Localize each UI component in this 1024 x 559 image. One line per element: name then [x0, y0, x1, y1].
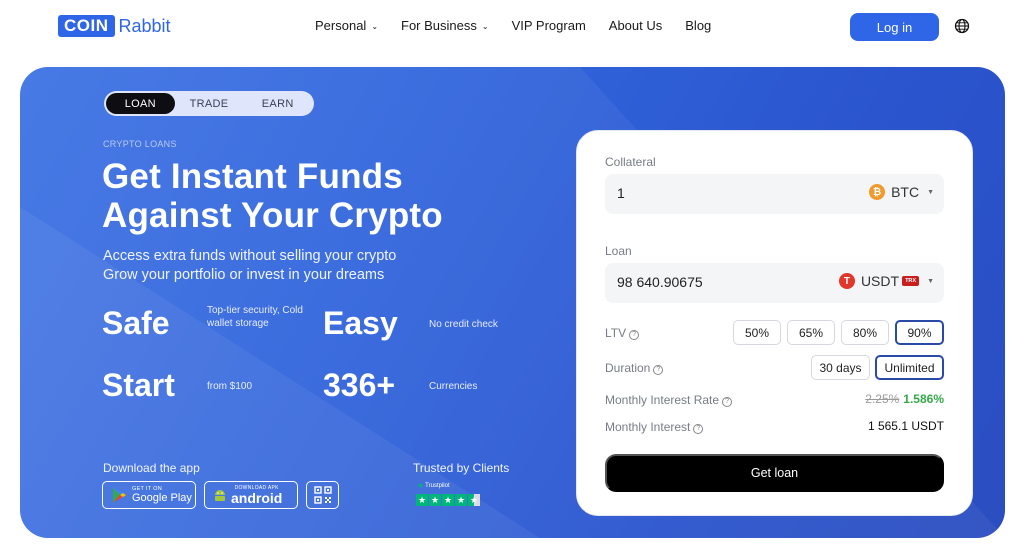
- trustpilot-name: Trustpilot: [425, 482, 450, 489]
- ltv-label: LTV: [605, 326, 627, 340]
- ltv-option-50[interactable]: 50%: [733, 320, 781, 345]
- logo-word: Rabbit: [118, 16, 171, 36]
- collateral-field[interactable]: 1 ₿ BTC ▼: [605, 174, 944, 214]
- star-icon: ★: [455, 494, 467, 506]
- loan-amount[interactable]: 98 640.90675: [617, 274, 703, 290]
- new-rate: 1.586%: [903, 392, 944, 406]
- tab-earn[interactable]: EARN: [243, 93, 312, 114]
- google-play-icon: [113, 487, 126, 503]
- ltv-option-90[interactable]: 90%: [895, 320, 944, 345]
- loan-field[interactable]: 98 640.90675 T USDT TRX ▼: [605, 263, 944, 303]
- star-icon: ★: [429, 494, 441, 506]
- help-icon[interactable]: ?: [629, 329, 640, 340]
- nav-blog-label: Blog: [685, 18, 712, 33]
- ltv-label-row: LTV?: [605, 326, 640, 340]
- old-rate: 2.25%: [865, 392, 900, 406]
- get-loan-button[interactable]: Get loan: [605, 454, 944, 492]
- download-app-label: Download the app: [103, 461, 200, 475]
- hero-eyebrow: CRYPTO LOANS: [103, 139, 177, 149]
- stat-start-desc: from $100: [207, 381, 253, 392]
- chevron-down-icon: ⌄: [371, 22, 379, 31]
- stat-start: Start: [102, 367, 175, 403]
- chevron-down-icon: ▼: [927, 277, 934, 285]
- duration-label: Duration: [605, 361, 651, 375]
- monthly-interest-label: Monthly Interest: [605, 420, 691, 434]
- rate-label-row: Monthly Interest Rate?: [605, 393, 733, 407]
- hero-title-line-1: Get Instant Funds: [102, 157, 403, 196]
- loan-currency-select[interactable]: T USDT TRX ▼: [838, 273, 934, 289]
- trustpilot-rating: ★ ★ ★ ★ ★: [416, 494, 480, 506]
- collateral-label: Collateral: [605, 155, 656, 169]
- hero-subtitle: Access extra funds without selling your …: [103, 247, 396, 285]
- stat-safe-desc: Top-tier security, Cold wallet storage: [207, 305, 303, 329]
- apk-big: android: [231, 490, 283, 506]
- loan-calculator-card: Collateral 1 ₿ BTC ▼ Loan 98 640.90675 T…: [576, 130, 973, 516]
- trustpilot-logo[interactable]: ★ Trustpilot: [417, 481, 450, 490]
- usdt-icon: T: [838, 273, 855, 289]
- network-badge: TRX: [902, 276, 920, 286]
- stat-currencies: 336+: [323, 367, 396, 403]
- logo-box: COIN: [58, 15, 115, 37]
- ltv-option-65[interactable]: 65%: [787, 320, 835, 345]
- coinrabbit-logo[interactable]: COIN Rabbit: [58, 15, 171, 37]
- loan-currency: USDT: [860, 273, 900, 289]
- stat-safe: Safe: [102, 305, 170, 341]
- nav-business-label: For Business: [401, 18, 477, 33]
- collateral-currency-select[interactable]: ₿ BTC ▼: [869, 184, 934, 200]
- hero-banner: LOAN TRADE EARN CRYPTO LOANS Get Instant…: [20, 67, 1005, 538]
- btc-icon: ₿: [869, 184, 886, 200]
- nav-personal-label: Personal: [315, 18, 367, 33]
- duration-label-row: Duration?: [605, 361, 664, 375]
- monthly-interest-rate-value: 2.25% 1.586%: [865, 392, 944, 406]
- nav-blog[interactable]: Blog: [685, 18, 711, 33]
- qr-code-icon: [313, 486, 332, 504]
- google-play-big: Google Play: [132, 492, 192, 504]
- nav-about-us[interactable]: About Us: [609, 18, 662, 33]
- hero-title: Get Instant Funds Against Your Crypto: [102, 157, 542, 235]
- star-icon: ★: [442, 494, 454, 506]
- collateral-amount[interactable]: 1: [617, 185, 625, 201]
- stat-easy: Easy: [323, 305, 398, 341]
- login-button[interactable]: Log in: [850, 13, 939, 41]
- trusted-by-clients-label: Trusted by Clients: [413, 461, 510, 475]
- interest-label-row: Monthly Interest?: [605, 420, 704, 434]
- nav-about-label: About Us: [608, 18, 663, 33]
- stat-currencies-desc: Currencies: [429, 381, 478, 392]
- nav-for-business[interactable]: For Business ⌄: [401, 18, 489, 33]
- tab-loan[interactable]: LOAN: [106, 93, 175, 114]
- loan-label: Loan: [605, 244, 632, 258]
- duration-30-days[interactable]: 30 days: [811, 355, 870, 380]
- help-icon[interactable]: ?: [722, 396, 733, 407]
- globe-icon[interactable]: [954, 18, 970, 34]
- monthly-interest-rate-label: Monthly Interest Rate: [605, 393, 720, 407]
- trustpilot-star-icon: ★: [417, 481, 425, 490]
- nav-personal[interactable]: Personal ⌄: [315, 18, 378, 33]
- nav-vip-label: VIP Program: [511, 18, 586, 33]
- hero-title-line-2: Against Your Crypto: [102, 196, 443, 235]
- google-play-button[interactable]: GET IT ON Google Play: [102, 481, 196, 509]
- stat-easy-desc: No credit check: [429, 319, 498, 330]
- monthly-interest-value: 1 565.1 USDT: [867, 419, 944, 433]
- product-tabs: LOAN TRADE EARN: [104, 91, 314, 116]
- duration-unlimited[interactable]: Unlimited: [875, 355, 944, 380]
- main-nav: Personal ⌄ For Business ⌄ VIP Program Ab…: [315, 18, 734, 33]
- nav-vip-program[interactable]: VIP Program: [512, 18, 586, 33]
- help-icon[interactable]: ?: [693, 423, 704, 434]
- chevron-down-icon: ⌄: [481, 22, 489, 31]
- android-icon: [215, 490, 225, 501]
- hero-subtitle-line-1: Access extra funds without selling your …: [103, 248, 397, 264]
- qr-code-button[interactable]: [306, 481, 339, 509]
- download-apk-button[interactable]: DOWNLOAD APK android: [204, 481, 298, 509]
- tab-trade[interactable]: TRADE: [175, 93, 244, 114]
- collateral-currency: BTC: [891, 184, 920, 200]
- help-icon[interactable]: ?: [653, 364, 664, 375]
- site-header: COIN Rabbit Personal ⌄ For Business ⌄ VI…: [0, 0, 1024, 56]
- star-icon: ★: [416, 494, 428, 506]
- ltv-option-80[interactable]: 80%: [841, 320, 889, 345]
- half-star-icon: ★: [468, 494, 480, 506]
- chevron-down-icon: ▼: [927, 188, 934, 196]
- hero-subtitle-line-2: Grow your portfolio or invest in your dr…: [103, 267, 385, 283]
